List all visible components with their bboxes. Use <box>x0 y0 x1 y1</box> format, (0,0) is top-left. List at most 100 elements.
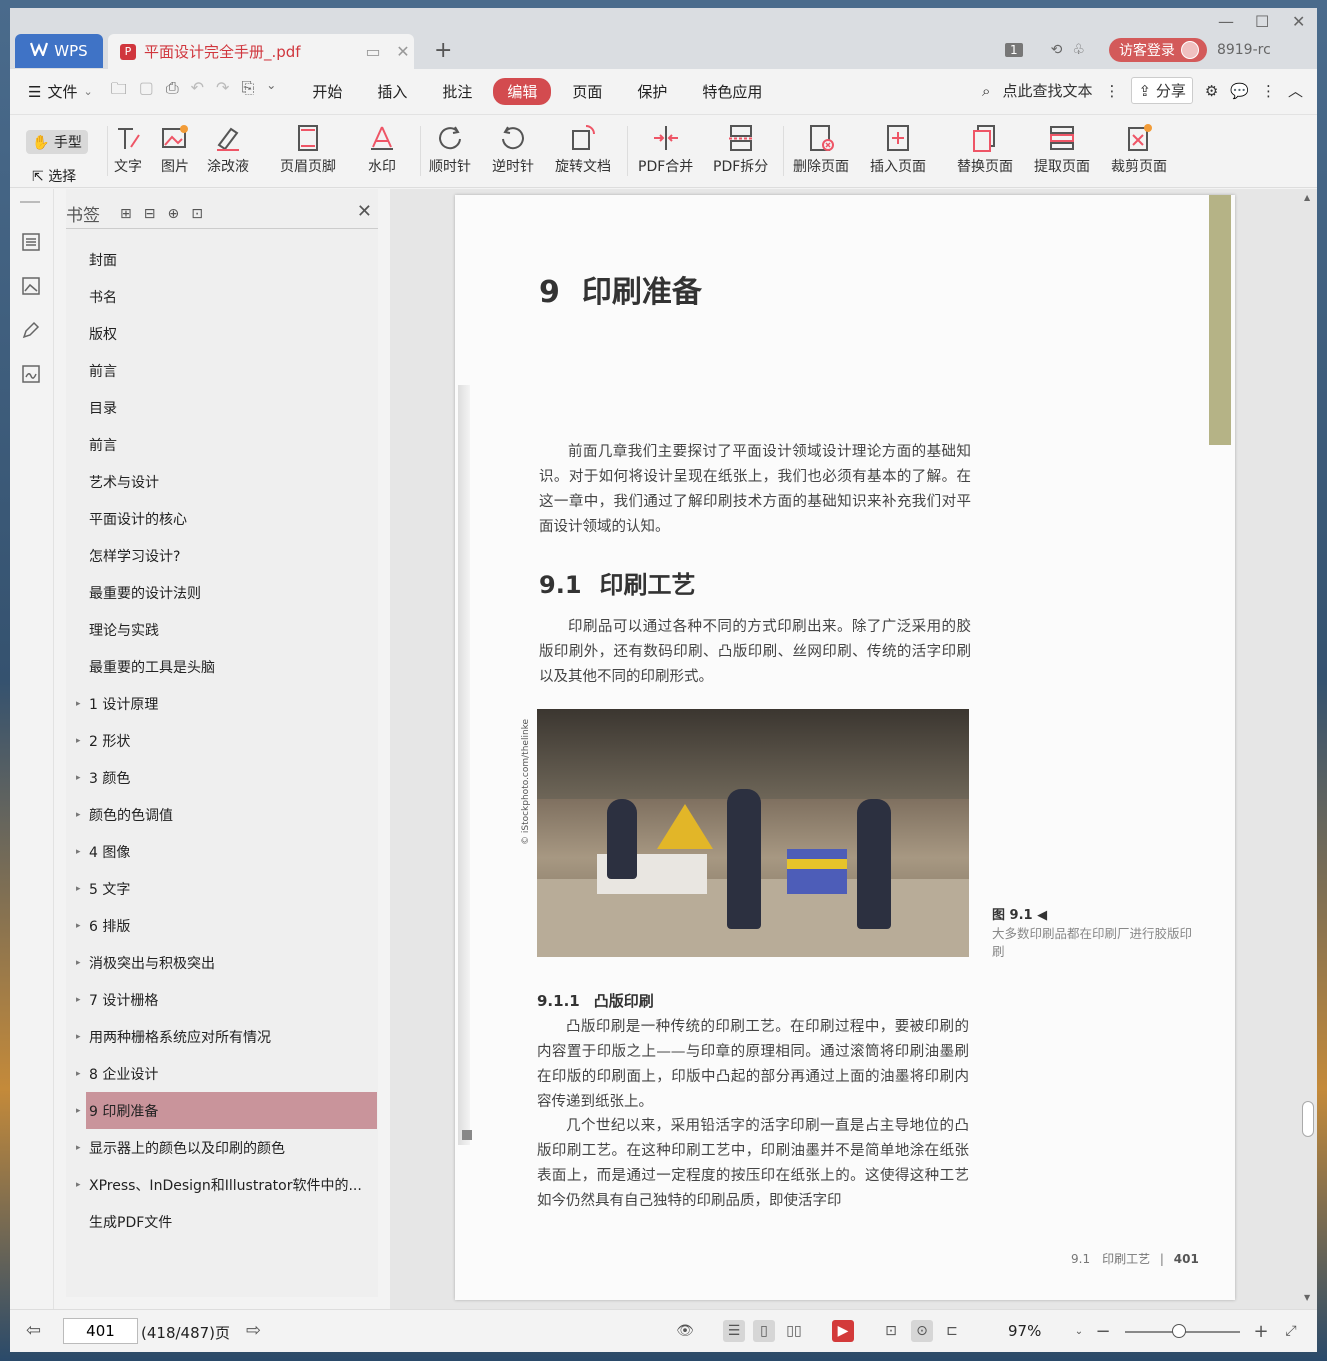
whiteout-button[interactable]: 涂改液 <box>207 120 249 176</box>
expand-all-icon[interactable]: ⊞ <box>120 206 132 222</box>
zoom-level[interactable]: 97% <box>1008 1322 1041 1340</box>
bookmark-item[interactable]: 怎样学习设计? <box>66 537 378 574</box>
maximize-icon[interactable]: ☐ <box>1255 12 1269 31</box>
scroll-up-icon[interactable]: ▲ <box>1304 193 1310 202</box>
page-number-input[interactable] <box>63 1318 138 1344</box>
expand-arrow-icon[interactable]: ▸ <box>76 1032 81 1042</box>
comment-icon[interactable]: 💬 <box>1230 82 1249 100</box>
tab-annotate[interactable]: 批注 <box>428 78 486 105</box>
fullscreen-icon[interactable]: ⤢ <box>1280 1320 1302 1342</box>
watermark-button[interactable]: 水印 <box>367 120 397 176</box>
bookmark-item[interactable]: ▸ XPress、InDesign和Illustrator软件中的... <box>66 1166 378 1203</box>
scroll-thumb[interactable] <box>1302 1101 1314 1137</box>
window-count-badge[interactable]: 1 <box>1005 43 1023 57</box>
wps-home-tab[interactable]: WPS <box>15 34 103 68</box>
more-vertical-icon[interactable]: ⋮ <box>1104 82 1119 100</box>
zoom-in-icon[interactable]: + <box>1250 1320 1272 1342</box>
bookmark-item[interactable]: 理论与实践 <box>66 611 378 648</box>
search-icon[interactable]: ⌕ <box>982 82 990 100</box>
skin-icon[interactable]: ♧ <box>1072 42 1085 58</box>
close-tab-icon[interactable]: ✕ <box>392 42 414 61</box>
drag-handle[interactable] <box>20 201 40 203</box>
bookmark-item[interactable]: 平面设计的核心 <box>66 500 378 537</box>
collapse-all-icon[interactable]: ⊟ <box>144 206 156 222</box>
bookmark-list-icon[interactable] <box>20 231 42 253</box>
screen-icon[interactable]: ▭ <box>362 42 384 61</box>
close-window-icon[interactable]: ✕ <box>1292 12 1305 31</box>
bookmark-item[interactable]: 版权 <box>66 315 378 352</box>
file-menu[interactable]: ☰ 文件 ⌄ <box>28 81 93 102</box>
minimize-icon[interactable]: — <box>1218 12 1234 31</box>
header-footer-button[interactable]: 页眉页脚 <box>280 120 336 176</box>
pdf-merge-button[interactable]: PDF合并 <box>638 120 693 176</box>
bookmark-item[interactable]: ▸ 颜色的色调值 <box>66 796 378 833</box>
bookmark-item[interactable]: ▸ 3 颜色 <box>66 759 378 796</box>
fit-width-icon[interactable]: ⊏ <box>941 1320 963 1342</box>
login-button[interactable]: 访客登录 <box>1108 38 1207 62</box>
vertical-scrollbar[interactable]: ▲ ▼ <box>1300 189 1317 1309</box>
replace-page-button[interactable]: 替换页面 <box>957 120 1013 176</box>
single-page-icon[interactable]: ▯ <box>753 1320 775 1342</box>
hand-tool-button[interactable]: ✋ 手型 <box>26 130 88 154</box>
bookmark-item[interactable]: 目录 <box>66 389 378 426</box>
expand-arrow-icon[interactable]: ▸ <box>76 736 81 746</box>
rotate-cw-button[interactable]: 顺时针 <box>429 120 471 176</box>
bookmark-item[interactable]: 前言 <box>66 426 378 463</box>
sync-icon[interactable]: ⟲ <box>1051 42 1063 58</box>
document-viewport[interactable]: 9 印刷准备 前面几章我们主要探讨了平面设计领域设计理论方面的基础知识。对于如何将… <box>390 189 1317 1309</box>
tab-edit[interactable]: 编辑 <box>493 78 552 105</box>
bookmark-item[interactable]: ▸ 1 设计原理 <box>66 685 378 722</box>
expand-arrow-icon[interactable]: ▸ <box>76 1069 81 1079</box>
expand-arrow-icon[interactable]: ▸ <box>76 958 81 968</box>
annotation-icon[interactable] <box>20 319 42 341</box>
collapse-ribbon-icon[interactable]: ︿ <box>1288 80 1303 101</box>
document-tab[interactable]: P 平面设计完全手册_.pdf ▭ ✕ <box>108 34 414 69</box>
expand-arrow-icon[interactable]: ▸ <box>76 1106 81 1116</box>
signature-icon[interactable] <box>20 363 42 385</box>
expand-arrow-icon[interactable]: ▸ <box>76 810 81 820</box>
undo-icon[interactable]: ↶ <box>191 78 204 105</box>
bookmark-item[interactable]: ▸ 5 文字 <box>66 870 378 907</box>
crop-page-button[interactable]: 裁剪页面 <box>1111 120 1167 176</box>
share-button[interactable]: ⇪ 分享 <box>1131 77 1193 104</box>
expand-arrow-icon[interactable]: ▸ <box>76 884 81 894</box>
bookmark-item[interactable]: 书名 <box>66 278 378 315</box>
zoom-out-icon[interactable]: − <box>1092 1320 1114 1342</box>
close-panel-icon[interactable]: ✕ <box>357 201 372 222</box>
bookmark-item[interactable]: ▸ 8 企业设计 <box>66 1055 378 1092</box>
export-icon[interactable]: ⎘ <box>241 78 254 105</box>
bookmark-item[interactable]: ▸ 消极突出与积极突出 <box>66 944 378 981</box>
bookmark-item[interactable]: ▸ 2 形状 <box>66 722 378 759</box>
bookmark-item[interactable]: ▸ 6 排版 <box>66 907 378 944</box>
bookmark-item[interactable]: ▸ 用两种栅格系统应对所有情况 <box>66 1018 378 1055</box>
bookmark-item[interactable]: ▸ 显示器上的颜色以及印刷的颜色 <box>66 1129 378 1166</box>
tab-special[interactable]: 特色应用 <box>688 78 776 105</box>
rotate-document-button[interactable]: 旋转文档 <box>555 120 611 176</box>
expand-arrow-icon[interactable]: ▸ <box>76 1180 81 1190</box>
zoom-dropdown-icon[interactable]: ⌄ <box>1068 1320 1090 1342</box>
tab-page[interactable]: 页面 <box>558 78 616 105</box>
bookmark-item[interactable]: 封面 <box>66 241 378 278</box>
scroll-down-icon[interactable]: ▼ <box>1304 1293 1310 1302</box>
edit-image-button[interactable]: 图片 <box>160 120 190 176</box>
bookmark-item[interactable]: 最重要的工具是头脑 <box>66 648 378 685</box>
tab-protect[interactable]: 保护 <box>623 78 681 105</box>
bookmark-item[interactable]: 艺术与设计 <box>66 463 378 500</box>
pdf-split-button[interactable]: PDF拆分 <box>713 120 768 176</box>
bookmark-settings-icon[interactable]: ⊡ <box>191 206 203 222</box>
redo-icon[interactable]: ↷ <box>216 78 229 105</box>
find-text-button[interactable]: 点此查找文本 <box>1002 80 1092 101</box>
tab-start[interactable]: 开始 <box>298 78 356 105</box>
expand-arrow-icon[interactable]: ▸ <box>76 995 81 1005</box>
insert-page-button[interactable]: 插入页面 <box>870 120 926 176</box>
bookmark-item[interactable]: 前言 <box>66 352 378 389</box>
print-icon[interactable]: ⎙ <box>166 78 179 105</box>
expand-arrow-icon[interactable]: ▸ <box>76 1143 81 1153</box>
select-tool-button[interactable]: ⇱ 选择 <box>32 166 76 186</box>
extract-page-button[interactable]: 提取页面 <box>1034 120 1090 176</box>
fit-page-icon[interactable]: ⊙ <box>911 1320 933 1342</box>
tab-insert[interactable]: 插入 <box>363 78 421 105</box>
rotate-ccw-button[interactable]: 逆时针 <box>492 120 534 176</box>
bookmark-item[interactable]: ▸ 9 印刷准备 <box>76 1092 377 1129</box>
delete-page-button[interactable]: 删除页面 <box>793 120 849 176</box>
